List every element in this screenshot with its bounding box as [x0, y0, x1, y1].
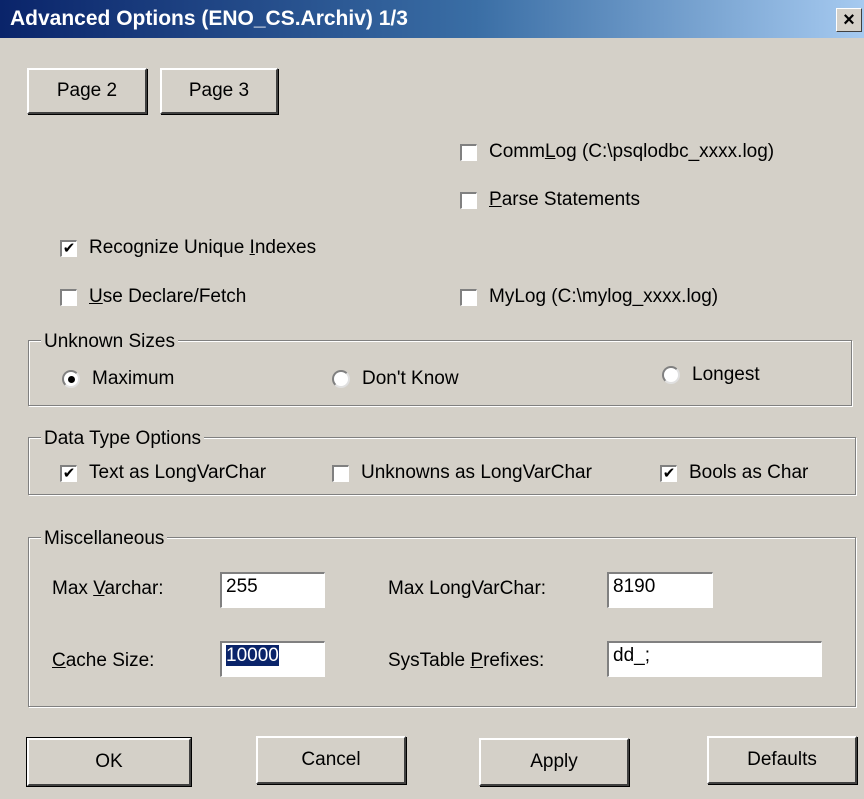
page-3-button[interactable]: Page 3: [160, 68, 278, 114]
text-as-longvarchar-box[interactable]: ✔: [60, 464, 77, 482]
max-longvarchar-label: Max LongVarChar:: [388, 578, 547, 599]
radio-longest[interactable]: Longest: [662, 364, 760, 386]
recognize-unique-indexes-checkbox[interactable]: ✔ Recognize Unique Indexes: [60, 237, 316, 259]
apply-button[interactable]: Apply: [479, 738, 629, 786]
radio-maximum[interactable]: Maximum: [62, 368, 174, 390]
check-icon: ✔: [62, 465, 76, 482]
window-title: Advanced Options (ENO_CS.Archiv) 1/3: [10, 7, 408, 30]
cache-size-field[interactable]: 10000: [220, 641, 325, 677]
max-varchar-label: Max Varchar:: [52, 578, 164, 599]
miscellaneous-group: [28, 537, 856, 707]
commlog-label: CommLog (C:\psqlodbc_xxxx.log): [489, 141, 775, 162]
commlog-checkbox[interactable]: CommLog (C:\psqlodbc_xxxx.log): [460, 141, 774, 163]
data-type-options-legend: Data Type Options: [41, 428, 205, 450]
max-longvarchar-field[interactable]: 8190: [607, 572, 713, 608]
bools-as-char-label: Bools as Char: [689, 462, 809, 483]
unknowns-as-longvarchar-label: Unknowns as LongVarChar: [361, 462, 592, 483]
ok-button[interactable]: OK: [26, 737, 192, 787]
parse-statements-box[interactable]: [460, 191, 477, 209]
radio-selected-dot: [67, 375, 75, 383]
cancel-button[interactable]: Cancel: [256, 736, 406, 784]
systable-prefixes-field[interactable]: dd_;: [607, 641, 822, 677]
title-bar: Advanced Options (ENO_CS.Archiv) 1/3 ×: [0, 0, 864, 38]
cache-size-label: Cache Size:: [52, 650, 155, 671]
radio-maximum-label: Maximum: [92, 368, 175, 389]
close-icon[interactable]: ×: [836, 8, 862, 32]
recognize-unique-indexes-label: Recognize Unique Indexes: [89, 237, 317, 258]
systable-prefixes-value: dd_;: [613, 645, 650, 666]
unknown-sizes-legend: Unknown Sizes: [41, 331, 178, 353]
use-declare-fetch-label: Use Declare/Fetch: [89, 286, 247, 307]
radio-longest-circle[interactable]: [662, 366, 680, 384]
radio-dont-know-circle[interactable]: [332, 370, 350, 388]
text-as-longvarchar-label: Text as LongVarChar: [89, 462, 267, 483]
radio-dont-know[interactable]: Don't Know: [332, 368, 459, 390]
bools-as-char-checkbox[interactable]: ✔ Bools as Char: [660, 462, 808, 484]
use-declare-fetch-checkbox[interactable]: Use Declare/Fetch: [60, 286, 246, 308]
page-2-button[interactable]: Page 2: [27, 68, 147, 114]
unknowns-as-longvarchar-box[interactable]: [332, 464, 349, 482]
max-longvarchar-value: 8190: [613, 576, 656, 597]
bools-as-char-box[interactable]: ✔: [660, 464, 677, 482]
check-icon: ✔: [62, 240, 76, 257]
mylog-box[interactable]: [460, 288, 477, 306]
commlog-box[interactable]: [460, 143, 477, 161]
check-icon: ✔: [662, 465, 676, 482]
unknowns-as-longvarchar-checkbox[interactable]: Unknowns as LongVarChar: [332, 462, 592, 484]
parse-statements-label: Parse Statements: [489, 189, 641, 210]
systable-prefixes-label: SysTable Prefixes:: [388, 650, 545, 671]
radio-dont-know-label: Don't Know: [362, 368, 459, 389]
max-varchar-value: 255: [226, 576, 258, 597]
mylog-label: MyLog (C:\mylog_xxxx.log): [489, 286, 719, 307]
max-varchar-field[interactable]: 255: [220, 572, 325, 608]
cache-size-value: 10000: [226, 645, 279, 666]
mylog-checkbox[interactable]: MyLog (C:\mylog_xxxx.log): [460, 286, 718, 308]
defaults-button[interactable]: Defaults: [707, 736, 857, 784]
parse-statements-checkbox[interactable]: Parse Statements: [460, 189, 640, 211]
use-declare-fetch-box[interactable]: [60, 288, 77, 306]
radio-maximum-circle[interactable]: [62, 370, 80, 388]
radio-longest-label: Longest: [692, 364, 760, 385]
miscellaneous-legend: Miscellaneous: [41, 528, 168, 550]
recognize-unique-indexes-box[interactable]: ✔: [60, 239, 77, 257]
text-as-longvarchar-checkbox[interactable]: ✔ Text as LongVarChar: [60, 462, 266, 484]
